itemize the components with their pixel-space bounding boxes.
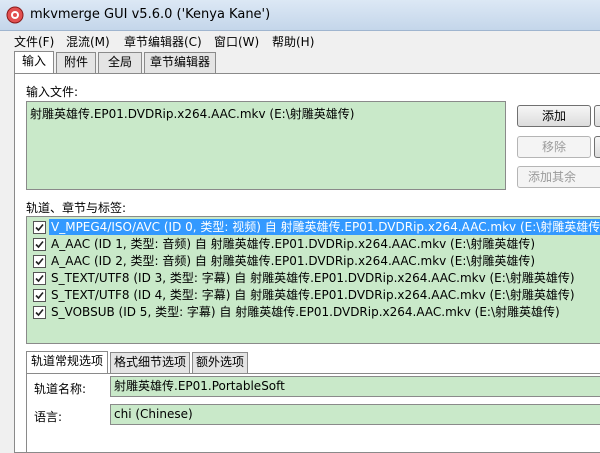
track-checkbox[interactable] (33, 238, 46, 251)
track-name-input[interactable]: 射雕英雄传.EP01.PortableSoft (110, 376, 600, 397)
check-icon (35, 240, 44, 249)
track-row[interactable]: S_TEXT/UTF8 (ID 4, 类型: 字幕) 自 射雕英雄传.EP01.… (29, 287, 597, 303)
track-checkbox[interactable] (33, 306, 46, 319)
language-select[interactable]: chi (Chinese) (110, 404, 600, 425)
track-row[interactable]: A_AAC (ID 2, 类型: 音频) 自 射雕英雄传.EP01.DVDRip… (29, 253, 597, 269)
extra-button-1[interactable] (594, 105, 600, 127)
track-label: S_TEXT/UTF8 (ID 3, 类型: 字幕) 自 射雕英雄传.EP01.… (51, 271, 575, 285)
track-label: V_MPEG4/ISO/AVC (ID 0, 类型: 视频) 自 射雕英雄传.E… (49, 219, 600, 235)
add-button[interactable]: 添加 (517, 105, 591, 127)
menu-bar: 文件(F) 混流(M) 章节编辑器(C) 窗口(W) 帮助(H) (0, 31, 600, 50)
check-icon (35, 291, 44, 300)
track-label: A_AAC (ID 1, 类型: 音频) 自 射雕英雄传.EP01.DVDRip… (51, 237, 536, 251)
track-checkbox[interactable] (33, 221, 46, 234)
tracks-label: 轨道、章节与标签: (26, 201, 127, 215)
tracks-list[interactable]: V_MPEG4/ISO/AVC (ID 0, 类型: 视频) 自 射雕英雄传.E… (26, 216, 600, 344)
remove-button[interactable]: 移除 (517, 136, 591, 158)
track-options-tabstrip: 轨道常规选项 格式细节选项 额外选项 (26, 351, 326, 373)
extra-button-2[interactable] (594, 136, 600, 158)
tab-chapter-editor[interactable]: 章节编辑器 (144, 52, 216, 73)
mkvmerge-app-icon (6, 6, 24, 24)
track-checkbox[interactable] (33, 272, 46, 285)
tab-global[interactable]: 全局 (98, 52, 142, 73)
tab-format-specific[interactable]: 格式细节选项 (110, 352, 190, 373)
input-files-list[interactable]: 射雕英雄传.EP01.DVDRip.x264.AAC.mkv (E:\射雕英雄传… (26, 101, 506, 190)
menu-mux[interactable]: 混流(M) (66, 33, 110, 50)
check-icon (35, 274, 44, 283)
track-row[interactable]: S_VOBSUB (ID 5, 类型: 字幕) 自 射雕英雄传.EP01.DVD… (29, 304, 597, 320)
track-label: A_AAC (ID 2, 类型: 音频) 自 射雕英雄传.EP01.DVDRip… (51, 254, 536, 268)
track-row[interactable]: S_TEXT/UTF8 (ID 3, 类型: 字幕) 自 射雕英雄传.EP01.… (29, 270, 597, 286)
track-name-label: 轨道名称: (34, 382, 87, 396)
menu-chapter-editor[interactable]: 章节编辑器(C) (124, 33, 202, 50)
tab-extra-options[interactable]: 额外选项 (192, 352, 248, 373)
menu-window[interactable]: 窗口(W) (214, 33, 259, 50)
track-label: S_TEXT/UTF8 (ID 4, 类型: 字幕) 自 射雕英雄传.EP01.… (51, 288, 575, 302)
menu-help[interactable]: 帮助(H) (272, 33, 314, 50)
tab-input[interactable]: 输入 (14, 51, 54, 73)
track-row[interactable]: V_MPEG4/ISO/AVC (ID 0, 类型: 视频) 自 射雕英雄传.E… (29, 219, 600, 235)
check-icon (35, 257, 44, 266)
window-title: mkvmerge GUI v5.6.0 ('Kenya Kane') (30, 7, 271, 22)
input-files-label: 输入文件: (26, 85, 79, 99)
tab-track-general[interactable]: 轨道常规选项 (26, 351, 108, 373)
track-label: S_VOBSUB (ID 5, 类型: 字幕) 自 射雕英雄传.EP01.DVD… (51, 305, 560, 319)
language-label: 语言: (34, 410, 63, 424)
track-checkbox[interactable] (33, 255, 46, 268)
menu-file[interactable]: 文件(F) (14, 33, 54, 50)
input-file-item[interactable]: 射雕英雄传.EP01.DVDRip.x264.AAC.mkv (E:\射雕英雄传… (30, 105, 354, 122)
check-icon (35, 223, 44, 232)
track-checkbox[interactable] (33, 289, 46, 302)
title-bar[interactable]: mkvmerge GUI v5.6.0 ('Kenya Kane') (0, 0, 600, 31)
tab-attachments[interactable]: 附件 (56, 52, 96, 73)
track-row[interactable]: A_AAC (ID 1, 类型: 音频) 自 射雕英雄传.EP01.DVDRip… (29, 236, 597, 252)
check-icon (35, 308, 44, 317)
append-button[interactable]: 添加其余 (517, 166, 600, 188)
main-tabstrip: 输入 附件 全局 章节编辑器 (14, 51, 414, 73)
